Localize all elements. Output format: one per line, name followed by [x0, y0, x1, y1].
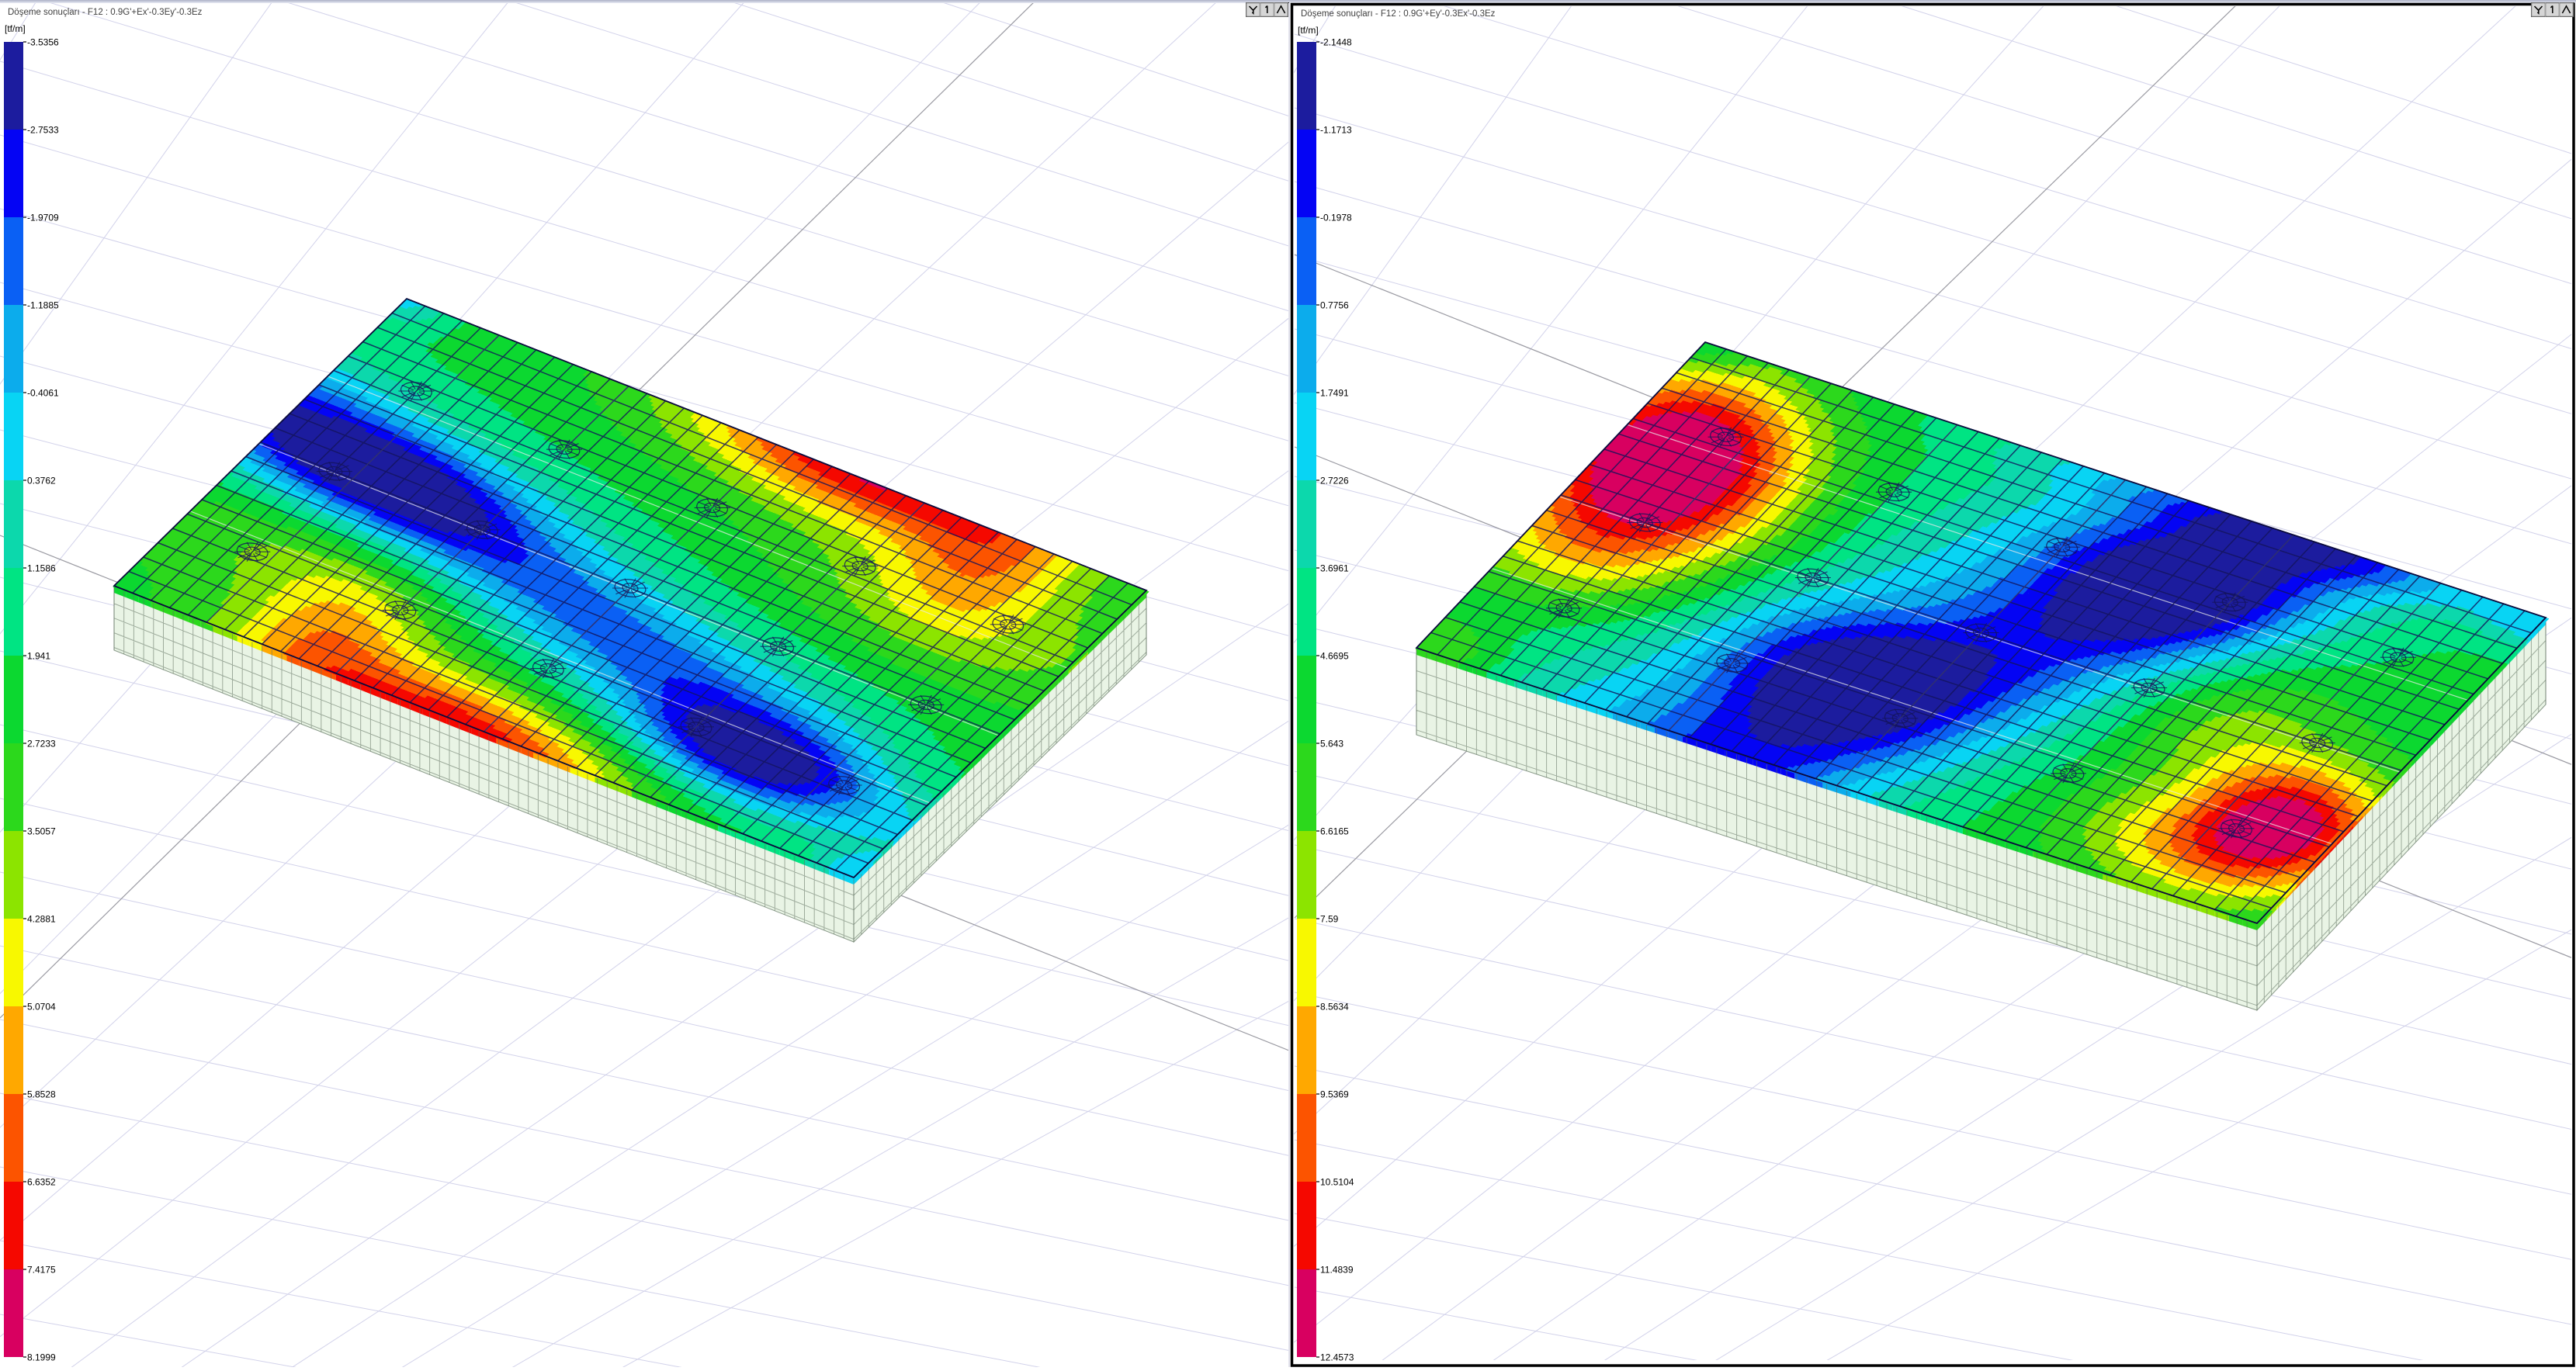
- svg-text:-1.1713: -1.1713: [1320, 125, 1352, 136]
- svg-text:3.5057: 3.5057: [27, 826, 56, 837]
- svg-text:-1.1885: -1.1885: [27, 300, 59, 311]
- svg-text:2.7226: 2.7226: [1320, 476, 1349, 486]
- svg-text:-0.4061: -0.4061: [27, 388, 59, 399]
- svg-text:9.5369: 9.5369: [1320, 1089, 1349, 1100]
- svg-text:7.4175: 7.4175: [27, 1265, 56, 1276]
- svg-text:10.5104: 10.5104: [1320, 1177, 1354, 1188]
- svg-text:[tf/m]: [tf/m]: [1298, 25, 1319, 36]
- svg-text:4.6695: 4.6695: [1320, 651, 1349, 662]
- svg-text:Döşeme sonuçları - F12 : 0.9G': Döşeme sonuçları - F12 : 0.9G'+Ey'-0.3Ex…: [1301, 9, 1496, 19]
- svg-text:-3.5356: -3.5356: [27, 37, 59, 48]
- svg-text:7.59: 7.59: [1320, 914, 1339, 925]
- svg-text:1.7491: 1.7491: [1320, 388, 1349, 399]
- svg-text:5.0704: 5.0704: [27, 1002, 56, 1013]
- svg-text:4.2881: 4.2881: [27, 914, 56, 925]
- svg-text:6.6352: 6.6352: [27, 1177, 56, 1188]
- svg-text:-0.1978: -0.1978: [1320, 213, 1352, 223]
- svg-text:0.7756: 0.7756: [1320, 300, 1349, 311]
- svg-text:2.7233: 2.7233: [27, 739, 56, 750]
- svg-text:-2.7533: -2.7533: [27, 125, 59, 136]
- svg-text:3.6961: 3.6961: [1320, 563, 1349, 574]
- svg-text:-2.1448: -2.1448: [1320, 37, 1352, 48]
- svg-text:12.4573: 12.4573: [1320, 1352, 1354, 1363]
- svg-text:5.643: 5.643: [1320, 739, 1343, 750]
- svg-text:5.8528: 5.8528: [27, 1089, 56, 1100]
- svg-text:-1.9709: -1.9709: [27, 213, 59, 223]
- svg-text:Döşeme sonuçları - F12 : 0.9G': Döşeme sonuçları - F12 : 0.9G'+Ex'-0.3Ey…: [8, 8, 203, 17]
- svg-text:8.1999: 8.1999: [27, 1352, 56, 1363]
- svg-text:[tf/m]: [tf/m]: [5, 23, 26, 34]
- svg-text:6.6165: 6.6165: [1320, 826, 1349, 837]
- svg-text:1.941: 1.941: [27, 651, 50, 662]
- svg-text:0.3762: 0.3762: [27, 476, 56, 486]
- svg-text:8.5634: 8.5634: [1320, 1002, 1349, 1013]
- svg-text:11.4839: 11.4839: [1320, 1265, 1354, 1276]
- svg-text:1.1586: 1.1586: [27, 563, 56, 574]
